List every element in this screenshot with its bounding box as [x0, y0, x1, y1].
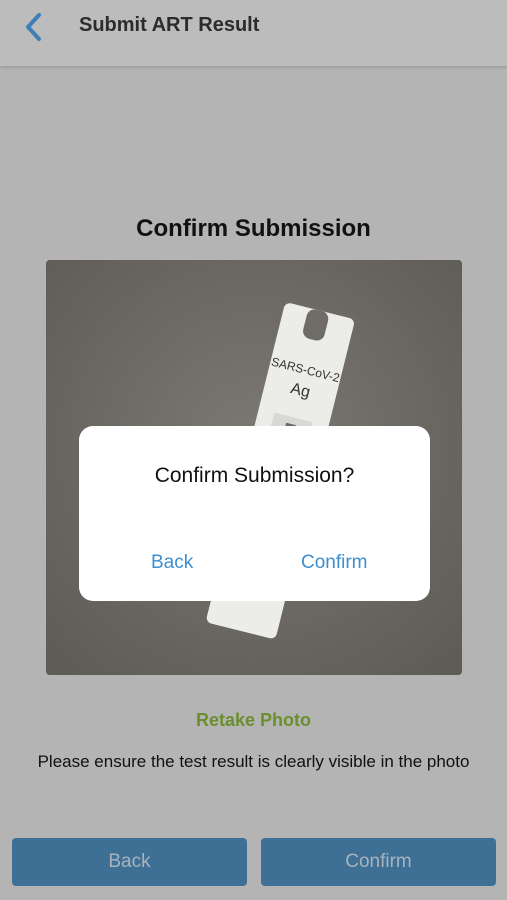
dialog-back-button[interactable]: Back [151, 552, 193, 574]
dialog-title: Confirm Submission? [154, 464, 355, 487]
dialog-confirm-button[interactable]: Confirm [301, 552, 368, 574]
confirm-dialog: Confirm Submission? Back Confirm [79, 426, 430, 601]
